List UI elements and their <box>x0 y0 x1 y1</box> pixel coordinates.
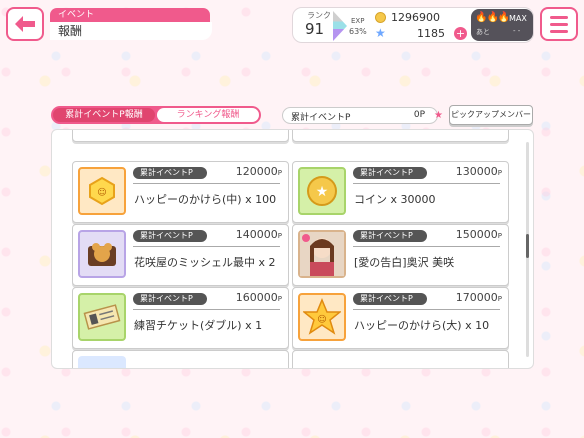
live-boost-max: MAX <box>509 14 527 23</box>
scrollbar-thumb[interactable] <box>526 234 529 258</box>
points-unit: P <box>419 110 425 120</box>
reward-points: 150000 <box>455 228 498 241</box>
happy-fragment-large-icon: ☺ <box>298 293 346 341</box>
reward-points: 140000 <box>235 228 278 241</box>
tab-cumulative-points[interactable]: 累計イベントP報酬 <box>53 108 155 122</box>
practice-ticket-icon <box>78 293 126 341</box>
back-arrow-icon <box>15 16 35 32</box>
list-item <box>292 130 509 142</box>
star-icon: ★ <box>434 110 443 121</box>
reward-name: 練習チケット(ダブル) x 1 <box>134 319 263 332</box>
reward-badge: 累計イベントP <box>133 230 207 242</box>
reward-card[interactable]: ☺ 累計イベントP 170000P ハッピーのかけら(大) x 10 <box>292 287 509 349</box>
reward-badge: 累計イベントP <box>353 230 427 242</box>
reward-badge: 累計イベントP <box>353 293 427 305</box>
reward-name: 花咲屋のミッシェル最中 x 2 <box>134 256 276 269</box>
reward-card[interactable]: 累計イベントP 160000P 練習チケット(ダブル) x 1 <box>72 287 289 349</box>
reward-card[interactable]: ★ 累計イベントP 130000P コイン x 30000 <box>292 161 509 223</box>
svg-text:★: ★ <box>316 184 329 200</box>
happy-fragment-medium-icon: ☺ <box>78 167 126 215</box>
live-boost-remaining-time: - - <box>513 27 521 35</box>
reward-name: ハッピーのかけら(中) x 100 <box>134 193 277 206</box>
back-button[interactable] <box>6 7 44 41</box>
svg-text:☺: ☺ <box>317 314 326 325</box>
reward-badge: 累計イベントP <box>353 167 427 179</box>
reward-list[interactable]: ☺ 累計イベントP 120000P ハッピーのかけら(中) x 100 ★ 累計… <box>51 129 534 369</box>
list-item <box>292 350 509 368</box>
reward-name: [愛の告白]奥沢 美咲 <box>354 256 455 269</box>
reward-card[interactable]: 累計イベントP 150000P [愛の告白]奥沢 美咲 <box>292 224 509 286</box>
svg-text:☺: ☺ <box>97 187 106 198</box>
player-status-panel: ランク 91 EXP 63% 1296900 ★ 1185 + 🔥🔥🔥 MAX … <box>292 7 534 43</box>
tab-ranking[interactable]: ランキング報酬 <box>157 108 259 122</box>
live-boost-remaining-label: あと <box>476 28 490 36</box>
reward-points: 170000 <box>455 291 498 304</box>
michelle-monaka-icon <box>78 230 126 278</box>
reward-badge: 累計イベントP <box>133 167 207 179</box>
exp-gauge-icon <box>333 11 347 41</box>
reward-name: ハッピーのかけら(大) x 10 <box>354 319 490 332</box>
page-title-box: イベント 報酬 <box>50 8 212 40</box>
live-boost-panel: 🔥🔥🔥 MAX あと - - <box>471 9 533 41</box>
member-card-icon <box>298 230 346 278</box>
page-title: 報酬 <box>50 22 212 40</box>
page-category: イベント <box>50 8 210 22</box>
exp-label: EXP <box>351 17 365 25</box>
add-stars-button[interactable]: + <box>454 27 467 40</box>
star-icon: ★ <box>375 26 386 40</box>
menu-icon <box>550 15 568 19</box>
coin-icon: ★ <box>298 167 346 215</box>
reward-card[interactable]: ☺ 累計イベントP 120000P ハッピーのかけら(中) x 100 <box>72 161 289 223</box>
list-item <box>72 130 289 142</box>
coin-count: 1296900 <box>391 11 440 24</box>
reward-points: 120000 <box>235 165 278 178</box>
coin-icon <box>375 12 386 23</box>
points-label: 累計イベントP <box>291 113 351 123</box>
reward-points: 160000 <box>235 291 278 304</box>
pickup-members-button[interactable]: ピックアップメンバー <box>449 105 533 125</box>
reward-badge: 累計イベントP <box>133 293 207 305</box>
reward-name: コイン x 30000 <box>354 193 436 206</box>
star-count: 1185 <box>417 27 445 40</box>
rank-value: 91 <box>305 20 325 38</box>
current-points-display: 累計イベントP 0P ★ <box>282 107 443 124</box>
live-boost-flames-icon: 🔥🔥🔥 <box>475 12 510 23</box>
menu-button[interactable] <box>540 7 578 41</box>
reward-points: 130000 <box>455 165 498 178</box>
exp-percent: 63% <box>349 27 367 36</box>
reward-card[interactable]: 累計イベントP 140000P 花咲屋のミッシェル最中 x 2 <box>72 224 289 286</box>
list-item <box>72 350 289 368</box>
reward-tabs: 累計イベントP報酬 ランキング報酬 <box>51 106 261 124</box>
